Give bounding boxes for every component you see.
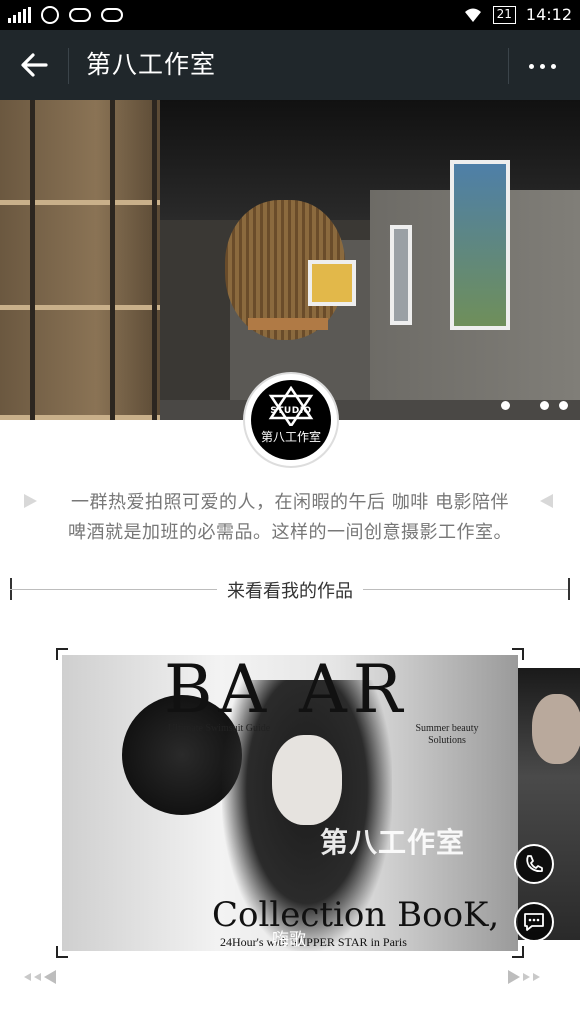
arrow-left-icon	[21, 53, 48, 77]
phone-button[interactable]	[514, 844, 554, 884]
gallery-prev-button[interactable]	[24, 970, 56, 984]
carousel-dot[interactable]	[540, 401, 549, 410]
more-dots-icon	[528, 63, 534, 69]
header-divider	[508, 48, 509, 84]
section-title: 来看看我的作品	[0, 577, 580, 603]
shelf-board	[0, 305, 160, 310]
phone-icon	[526, 855, 543, 873]
app-header: 第八工作室	[0, 30, 580, 100]
carousel-dot[interactable]	[501, 401, 510, 410]
gallery-card[interactable]: BA AR Ultimate Swimsuit Guide Summer bea…	[62, 655, 518, 951]
wifi-icon	[464, 8, 481, 22]
chat-button[interactable]	[514, 902, 554, 942]
shelf-post	[110, 100, 115, 420]
intro-line: 一群热爱拍照可爱的人，在闲暇的午后 咖啡 电影陪伴	[71, 492, 509, 513]
cloud-icon	[101, 8, 123, 22]
logo-chinese-text: 第八工作室	[260, 430, 321, 444]
status-right: 21 14:12	[463, 5, 572, 24]
logo-studio-text: STUDIO	[270, 406, 312, 416]
card-caption: 嗨歌	[272, 930, 306, 950]
works-gallery[interactable]: BA AR Ultimate Swimsuit Guide Summer bea…	[0, 648, 580, 958]
collection-subtitle: 24Hour's with SUPPER STAR in Paris	[220, 935, 407, 949]
hero-poster	[390, 225, 412, 325]
hero-poster	[450, 160, 510, 330]
clock: 14:12	[525, 5, 572, 24]
studio-logo: STUDIO 第八工作室	[243, 372, 339, 468]
section-title-text: 来看看我的作品	[217, 581, 363, 602]
battery-icon: 21	[492, 5, 516, 24]
arrow-left-icon	[44, 970, 56, 984]
arrow-right-icon	[508, 970, 520, 984]
hero-shelf	[0, 100, 160, 420]
collection-title: Collection BooK,	[212, 895, 500, 935]
notification-icon	[41, 6, 59, 24]
magazine-subtitle: Summer beauty Solutions	[415, 723, 479, 746]
watermark-text: 第八工作室	[320, 826, 466, 859]
arrow-left-icon	[24, 973, 31, 981]
status-left	[8, 6, 123, 24]
portrait-face	[272, 735, 342, 825]
more-dots-icon	[539, 63, 545, 69]
hero-poster	[308, 260, 356, 306]
intro-block: 一群热爱拍照可爱的人，在闲暇的午后 咖啡 电影陪伴 啤酒就是加班的必需品。这样的…	[0, 486, 580, 546]
page-title: 第八工作室	[86, 50, 217, 79]
section-heading: 来看看我的作品	[0, 574, 580, 604]
more-button[interactable]	[522, 54, 562, 78]
header-divider	[68, 48, 69, 84]
arrow-right-icon	[523, 973, 530, 981]
shelf-post	[152, 100, 157, 420]
shelf-board	[0, 200, 160, 205]
carousel-dots	[501, 401, 568, 410]
carousel-dot[interactable]	[559, 401, 568, 410]
triangle-left-icon	[540, 494, 553, 508]
magazine-subtitle: Ultimate Swimsuit Guide	[168, 723, 271, 734]
intro-line: 啤酒就是加班的必需品。这样的一间创意摄影工作室。	[68, 522, 512, 543]
app-screen: 21 14:12 第八工作室 STUDIO 第八工作室 一群热爱拍照可爱的人，在…	[0, 0, 580, 1030]
hero-table	[248, 318, 328, 330]
magazine-title: BA AR	[164, 655, 409, 728]
arrow-right-icon	[533, 973, 540, 981]
shelf-board	[0, 415, 160, 420]
gallery-next-button[interactable]	[508, 970, 540, 984]
gallery-card-next[interactable]	[518, 668, 580, 940]
status-bar: 21 14:12	[0, 0, 580, 30]
chat-icon	[524, 913, 544, 931]
portrait-face	[532, 694, 580, 764]
cloud-icon	[69, 8, 91, 22]
shelf-post	[30, 100, 35, 420]
arrow-left-icon	[34, 973, 41, 981]
more-dots-icon	[550, 63, 556, 69]
logo-inner: STUDIO 第八工作室	[251, 380, 331, 460]
back-button[interactable]	[18, 50, 52, 80]
signal-icon	[8, 7, 31, 23]
